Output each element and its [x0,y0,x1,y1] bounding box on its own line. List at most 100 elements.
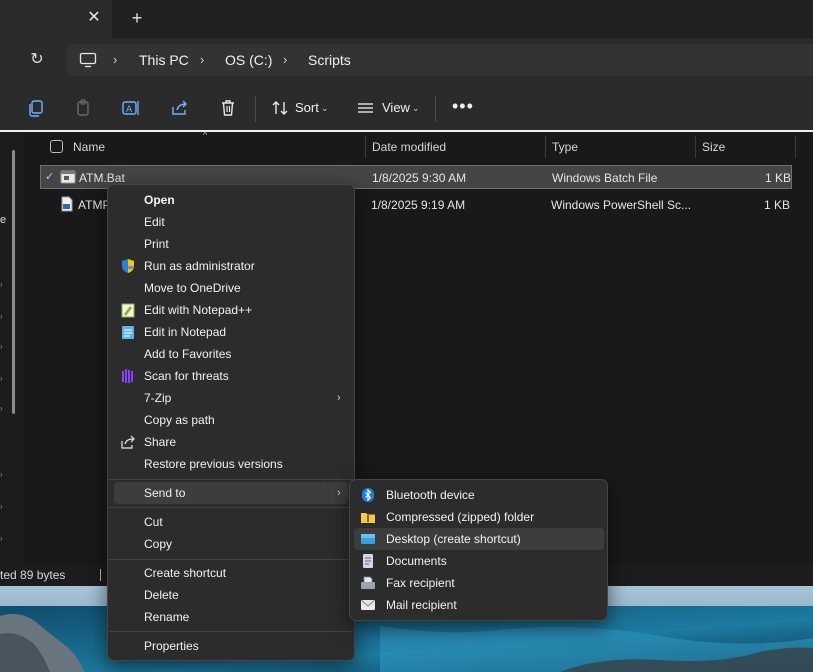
menu-item-7-zip[interactable]: 7-Zip › [114,387,348,409]
chevron-right-icon: › [337,392,341,404]
menu-item-label: Open [144,193,175,207]
sort-button-label[interactable]: Sort [295,100,319,116]
checkmark-icon[interactable]: ✓ [45,171,57,183]
column-divider[interactable] [365,136,366,158]
menu-separator [109,507,353,508]
menu-item-label: Move to OneDrive [144,281,241,295]
close-tab-button[interactable]: ✕ [84,6,104,30]
menu-item-label: Add to Favorites [144,347,232,361]
breadcrumb-separator: › [283,52,288,67]
menu-item-copy-as-path[interactable]: Copy as path [114,409,348,431]
menu-item-add-to-favorites[interactable]: Add to Favorites [114,343,348,365]
share-icon[interactable] [170,98,190,118]
menu-item-label: Restore previous versions [144,457,283,471]
menu-item-open[interactable]: Open [114,189,348,211]
send-to-desktop[interactable]: Desktop (create shortcut) [354,528,604,550]
menu-item-run-as-administrator[interactable]: Run as administrator [114,255,348,277]
nav-expand-icon[interactable]: › [0,503,3,511]
column-size[interactable]: Size [702,140,725,154]
view-button-label[interactable]: View [382,100,410,116]
svg-text:A: A [126,105,133,115]
menu-item-copy[interactable]: Copy [114,533,348,555]
nav-expand-icon[interactable]: › [0,535,3,543]
breadcrumb-separator: › [113,52,118,67]
sort-icon[interactable] [270,98,290,118]
menu-item-create-shortcut[interactable]: Create shortcut [114,562,348,584]
menu-item-label: Copy as path [144,413,215,427]
send-to-fax-recipient[interactable]: Fax recipient [354,572,604,594]
address-row: ↻ › This PC › OS (C:) › Scripts [0,38,813,84]
paste-icon[interactable] [74,98,94,118]
rename-icon[interactable]: A [121,98,141,118]
menu-item-edit[interactable]: Edit [114,211,348,233]
delete-icon[interactable] [218,98,238,118]
menu-item-restore-previous-versions[interactable]: Restore previous versions [114,453,348,475]
breadcrumb-scripts[interactable]: Scripts [308,52,351,68]
chevron-right-icon: › [337,487,341,499]
copy-icon[interactable] [26,98,46,118]
nav-expand-icon[interactable]: › [0,313,3,321]
nav-scrollbar[interactable] [12,150,15,414]
menu-item-edit-with-notepad-plus-plus[interactable]: Edit with Notepad++ [114,299,348,321]
nav-item-truncated[interactable]: e [0,214,6,226]
view-icon[interactable] [356,98,376,118]
status-divider [100,569,101,581]
refresh-button[interactable]: ↻ [26,49,48,71]
nav-expand-icon[interactable]: › [0,405,3,413]
file-name: ATM.Bat [79,171,125,185]
toolbar-divider [255,96,256,122]
menu-item-share[interactable]: Share [114,431,348,453]
column-divider[interactable] [795,136,796,158]
nav-expand-icon[interactable]: › [0,471,3,479]
menu-item-label: Cut [144,515,163,529]
share-icon [121,435,135,449]
sort-indicator-icon: ^ [203,130,208,140]
menu-item-scan-for-threats[interactable]: Scan for threats [114,365,348,387]
submenu-item-label: Compressed (zipped) folder [386,510,535,524]
menu-item-move-to-onedrive[interactable]: Move to OneDrive [114,277,348,299]
context-menu: Open Edit Print Run as administrator Mov… [107,184,355,661]
file-type: Windows PowerShell Sc... [551,198,692,212]
menu-item-label: Properties [144,639,199,653]
send-to-bluetooth-device[interactable]: Bluetooth device [354,484,604,506]
menu-item-label: 7-Zip [144,391,172,405]
menu-separator [109,479,353,480]
menu-item-print[interactable]: Print [114,233,348,255]
column-type[interactable]: Type [552,140,578,154]
nav-expand-icon[interactable]: › [0,281,3,289]
nav-expand-icon[interactable]: › [0,343,3,351]
navigation-pane: e › › › › › › › › [0,134,24,564]
submenu-item-label: Fax recipient [386,576,455,590]
column-divider[interactable] [695,136,696,158]
send-to-documents[interactable]: Documents [354,550,604,572]
column-name[interactable]: Name [73,140,105,154]
batch-file-icon [60,170,76,184]
mail-icon [360,599,376,610]
fax-icon [361,576,375,589]
column-divider[interactable] [545,136,546,158]
more-options-button[interactable]: ••• [452,96,473,120]
menu-item-cut[interactable]: Cut [114,511,348,533]
menu-item-label: Run as administrator [144,259,255,273]
active-tab[interactable]: ✕ [0,0,112,38]
menu-item-rename[interactable]: Rename [114,606,348,628]
send-to-submenu: Bluetooth device Compressed (zipped) fol… [349,479,608,621]
address-bar[interactable]: › This PC › OS (C:) › Scripts [67,44,813,76]
desktop-icon [361,534,375,544]
toolbar-divider [435,96,436,122]
send-to-compressed-folder[interactable]: Compressed (zipped) folder [354,506,604,528]
send-to-mail-recipient[interactable]: Mail recipient [354,594,604,616]
breadcrumb-os-c[interactable]: OS (C:) [225,52,272,68]
nav-expand-icon[interactable]: › [0,375,3,383]
menu-item-send-to[interactable]: Send to › [114,482,348,504]
menu-item-label: Edit [144,215,165,229]
menu-item-edit-in-notepad[interactable]: Edit in Notepad [114,321,348,343]
column-date-modified[interactable]: Date modified [372,140,446,154]
breadcrumb-this-pc[interactable]: This PC [139,52,189,68]
zip-folder-icon [361,513,375,523]
menu-item-delete[interactable]: Delete [114,584,348,606]
submenu-item-label: Bluetooth device [386,488,475,502]
select-all-checkbox[interactable] [50,140,63,153]
new-tab-button[interactable]: + [126,6,148,30]
menu-item-properties[interactable]: Properties [114,635,348,657]
